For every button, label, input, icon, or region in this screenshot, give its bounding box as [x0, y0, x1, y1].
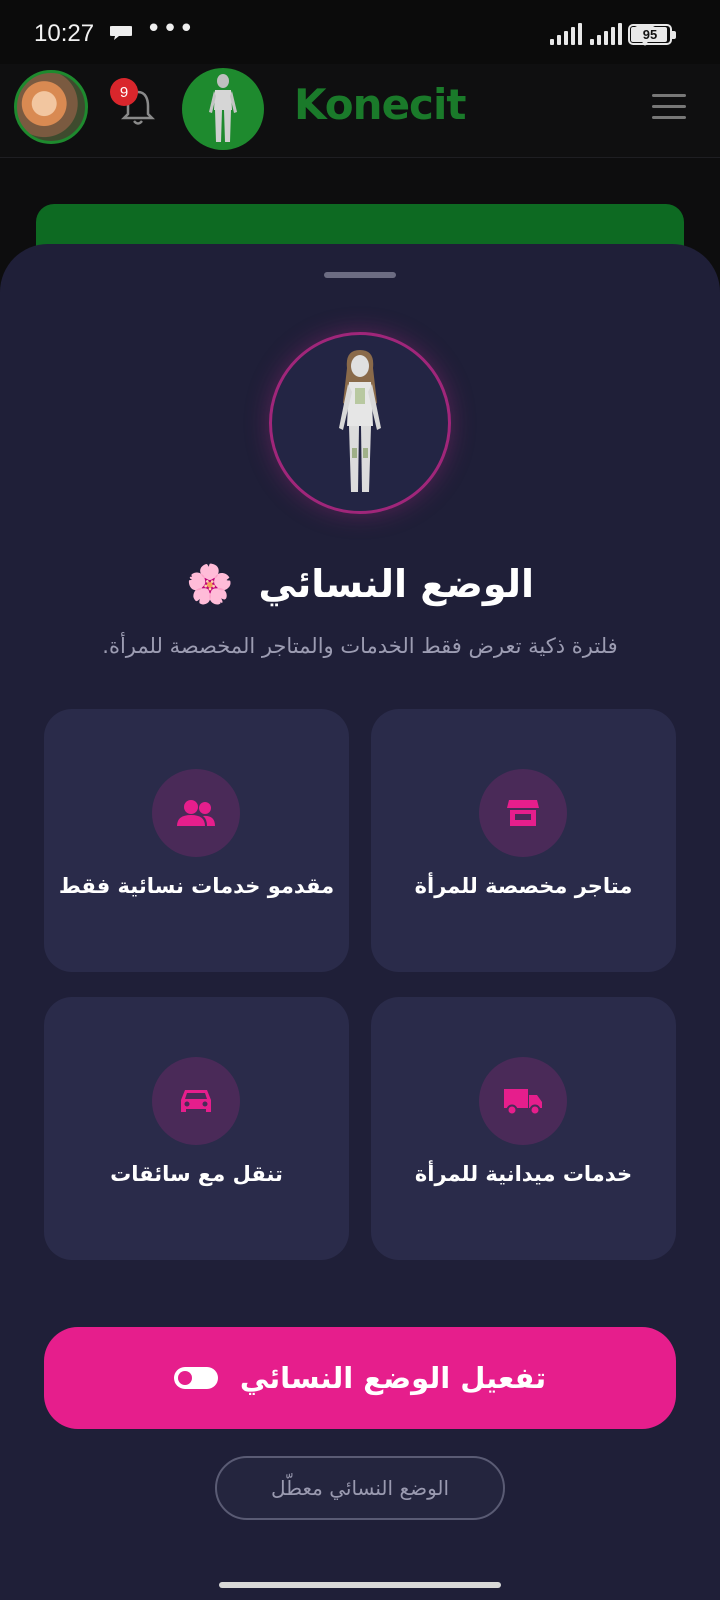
feature-icon-wrap: [479, 1057, 567, 1145]
home-indicator[interactable]: [219, 1582, 501, 1588]
robot-figure-icon: [209, 74, 237, 142]
app-header: 9 Konecit: [0, 64, 720, 158]
system-nav-bar: [0, 1572, 720, 1600]
sheet-drag-handle[interactable]: [324, 272, 396, 278]
signal-icon: [550, 23, 582, 45]
sheet-subtitle: فلترة ذكية تعرض فقط الخدمات والمتاجر الم…: [102, 634, 618, 658]
activate-women-mode-button[interactable]: تفعيل الوضع النسائي: [44, 1327, 676, 1429]
sheet-title: الوضع النسائي 🌸: [0, 562, 720, 607]
feature-card-women-providers[interactable]: مقدمو خدمات نسائية فقط: [44, 709, 349, 972]
feature-card-women-stores[interactable]: متاجر مخصصة للمرأة: [371, 709, 676, 972]
avatar[interactable]: [14, 70, 88, 144]
battery-icon: 95: [628, 24, 676, 45]
status-time: 10:27: [34, 20, 95, 47]
more-notifications-icon: •••: [146, 14, 196, 44]
car-icon: [181, 1090, 211, 1112]
feature-card-women-drivers[interactable]: تنقل مع سائقات: [44, 997, 349, 1260]
status-bar: 10:27 ••• 95: [0, 0, 720, 64]
women-mode-status-badge: الوضع النسائي معطّل: [215, 1456, 505, 1520]
battery-text: 95: [642, 27, 658, 42]
feature-label: متاجر مخصصة للمرأة: [414, 874, 633, 898]
feature-label: خدمات ميدانية للمرأة: [414, 1162, 633, 1186]
feature-label: مقدمو خدمات نسائية فقط: [58, 874, 335, 898]
feature-card-field-services[interactable]: خدمات ميدانية للمرأة: [371, 997, 676, 1260]
feature-icon-wrap: [152, 769, 240, 857]
feature-icon-wrap: [479, 769, 567, 857]
store-icon: [507, 800, 539, 826]
flower-icon: 🌸: [185, 562, 234, 606]
women-mode-sheet: الوضع النسائي 🌸 فلترة ذكية تعرض فقط الخد…: [0, 244, 720, 1584]
signal-icon-2: [590, 23, 622, 45]
feature-icon-wrap: [152, 1057, 240, 1145]
female-robot-icon: [339, 350, 381, 492]
message-icon: [110, 26, 132, 40]
menu-icon[interactable]: [652, 94, 686, 120]
activate-label: تفعيل الوضع النسائي: [239, 1361, 547, 1395]
truck-icon: [504, 1089, 542, 1116]
toggle-icon: [173, 1367, 218, 1389]
notifications-button[interactable]: 9: [110, 78, 156, 128]
robot-logo[interactable]: [182, 68, 264, 150]
feature-label: تنقل مع سائقات: [110, 1162, 283, 1186]
title-text: الوضع النسائي: [258, 562, 535, 606]
users-icon: [177, 800, 215, 826]
notification-badge: 9: [110, 78, 138, 106]
brand-name: Konecit: [294, 80, 466, 129]
hero-avatar: [269, 332, 451, 514]
